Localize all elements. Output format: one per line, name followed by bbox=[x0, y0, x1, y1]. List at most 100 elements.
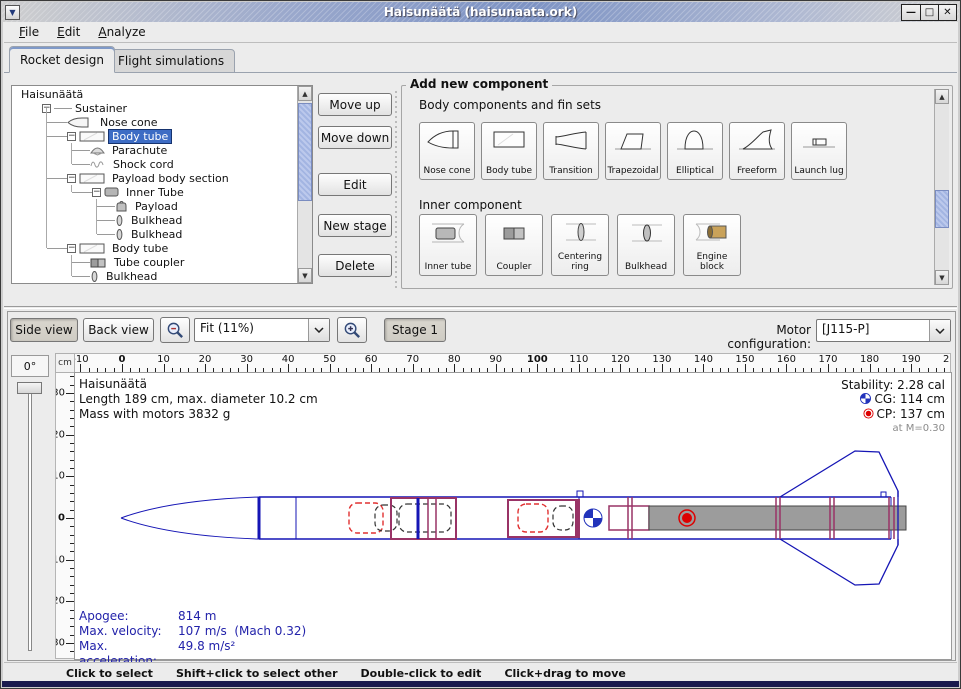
rocket-figure-canvas[interactable]: Haisunäätä Length 189 cm, max. diameter … bbox=[75, 373, 951, 659]
component-button-bulkhead[interactable]: Bulkhead bbox=[617, 214, 675, 276]
engine-block-icon bbox=[690, 219, 734, 245]
component-tree[interactable]: Haisunäätä − Sustainer Nose cone − Body … bbox=[11, 85, 313, 284]
component-button-centering-ring[interactable]: Centering ring bbox=[551, 214, 609, 276]
ruler-tick bbox=[454, 364, 455, 372]
split-divider[interactable] bbox=[395, 91, 397, 289]
ruler-tick bbox=[70, 618, 74, 619]
motor-configuration-select[interactable]: [J115-P] bbox=[816, 319, 951, 342]
ruler-tick bbox=[828, 364, 829, 372]
tree-item-body-tube[interactable]: − Body tube bbox=[12, 129, 297, 143]
ruler-tick bbox=[70, 651, 74, 652]
ruler-tick bbox=[870, 364, 871, 372]
tree-item-bulkhead[interactable]: Bulkhead bbox=[12, 213, 297, 227]
ruler-tick bbox=[429, 368, 430, 372]
zoom-in-button[interactable] bbox=[337, 317, 367, 343]
stability-info: Stability: 2.28 cal CG: 114 cm CP: 137 c… bbox=[841, 378, 945, 436]
statusbar: Click to select Shift+click to select ot… bbox=[4, 662, 957, 683]
tree-item-body-tube-2[interactable]: − Body tube bbox=[12, 241, 297, 255]
component-button-launch-lug[interactable]: Launch lug bbox=[791, 122, 847, 180]
tree-item-parachute[interactable]: Parachute bbox=[12, 143, 297, 157]
ruler-tick bbox=[305, 368, 306, 372]
scrollbar-thumb[interactable] bbox=[298, 103, 312, 201]
motor-configuration-label: Motor configuration: bbox=[691, 323, 811, 351]
ruler-tick bbox=[296, 368, 297, 372]
component-button-nose-cone[interactable]: Nose cone bbox=[419, 122, 475, 180]
collapse-toggle[interactable]: − bbox=[67, 244, 76, 253]
tab-rocket-design[interactable]: Rocket design bbox=[9, 46, 115, 73]
parachute-icon bbox=[90, 145, 105, 156]
window-menu-icon[interactable]: ▼ bbox=[5, 5, 20, 20]
ruler-tick bbox=[66, 560, 74, 561]
delete-button[interactable]: Delete bbox=[318, 254, 392, 277]
rotation-slider-handle[interactable] bbox=[17, 382, 42, 394]
component-button-elliptical[interactable]: Elliptical bbox=[667, 122, 723, 180]
tree-item-payload-body-section[interactable]: − Payload body section bbox=[12, 171, 297, 185]
tab-flight-simulations[interactable]: Flight simulations bbox=[107, 49, 235, 73]
stability-value: Stability: 2.28 cal bbox=[841, 378, 945, 392]
chevron-down-icon[interactable] bbox=[308, 319, 329, 341]
scroll-up-arrow-icon[interactable]: ▲ bbox=[298, 86, 312, 101]
ruler-tick bbox=[70, 501, 74, 502]
bulkhead-icon bbox=[90, 271, 99, 282]
horizontal-divider[interactable] bbox=[4, 306, 957, 309]
ruler-tick bbox=[695, 368, 696, 372]
tree-item-sustainer[interactable]: − Sustainer bbox=[12, 101, 297, 115]
scroll-up-arrow-icon[interactable]: ▲ bbox=[935, 89, 949, 104]
component-button-freeform[interactable]: Freeform bbox=[729, 122, 785, 180]
move-up-button[interactable]: Move up bbox=[318, 93, 392, 116]
tree-item-bulkhead[interactable]: Bulkhead bbox=[12, 227, 297, 241]
stage-1-toggle[interactable]: Stage 1 bbox=[384, 318, 446, 342]
tree-item-bulkhead[interactable]: Bulkhead bbox=[12, 269, 297, 283]
side-view-button[interactable]: Side view bbox=[10, 318, 78, 342]
tree-item-nose-cone[interactable]: Nose cone bbox=[12, 115, 297, 129]
ruler-tick bbox=[537, 364, 538, 372]
new-stage-button[interactable]: New stage bbox=[318, 214, 392, 237]
ruler-tick bbox=[512, 368, 513, 372]
ruler-tick bbox=[97, 368, 98, 372]
scrollbar-thumb[interactable] bbox=[935, 190, 949, 228]
chevron-down-icon[interactable] bbox=[929, 320, 950, 341]
tree-item-tube-coupler[interactable]: Tube coupler bbox=[12, 255, 297, 269]
tree-item-shock-cord[interactable]: Shock cord bbox=[12, 157, 297, 171]
move-down-button[interactable]: Move down bbox=[318, 126, 392, 149]
component-button-engine-block[interactable]: Engine block bbox=[683, 214, 741, 276]
menu-file[interactable]: File bbox=[10, 23, 48, 41]
edit-button[interactable]: Edit bbox=[318, 173, 392, 196]
scroll-down-arrow-icon[interactable]: ▼ bbox=[298, 268, 312, 283]
tree-item-payload[interactable]: Payload bbox=[12, 199, 297, 213]
component-scrollbar[interactable]: ▲ ▼ bbox=[934, 89, 949, 285]
rotation-value[interactable]: 0° bbox=[11, 355, 49, 377]
ruler-tick bbox=[70, 468, 74, 469]
component-button-trapezoidal[interactable]: Trapezoidal bbox=[605, 122, 661, 180]
menu-analyze[interactable]: Analyze bbox=[89, 23, 154, 41]
hint-double-click: Double-click to edit bbox=[361, 667, 482, 680]
menu-edit[interactable]: Edit bbox=[48, 23, 89, 41]
ruler-tick bbox=[745, 364, 746, 372]
component-button-inner-tube[interactable]: Inner tube bbox=[419, 214, 477, 276]
collapse-toggle[interactable]: − bbox=[67, 132, 76, 141]
component-button-body-tube[interactable]: Body tube bbox=[481, 122, 537, 180]
titlebar[interactable]: ▼ Haisunäätä (haisunaata.ork) — □ ✕ bbox=[2, 2, 959, 22]
ruler-label: 150 bbox=[735, 354, 754, 365]
component-button-transition[interactable]: Transition bbox=[543, 122, 599, 180]
maximize-button[interactable]: □ bbox=[920, 5, 938, 20]
collapse-toggle[interactable]: − bbox=[67, 174, 76, 183]
rotation-slider-track[interactable] bbox=[28, 385, 32, 651]
zoom-out-button[interactable] bbox=[160, 317, 190, 343]
collapse-toggle[interactable]: − bbox=[92, 188, 101, 197]
ruler-tick bbox=[363, 368, 364, 372]
ruler-tick bbox=[604, 368, 605, 372]
scroll-down-arrow-icon[interactable]: ▼ bbox=[935, 270, 949, 285]
ruler-tick bbox=[70, 593, 74, 594]
tree-item-rocket[interactable]: Haisunäätä bbox=[12, 87, 297, 101]
back-view-button[interactable]: Back view bbox=[83, 318, 154, 342]
ruler-tick bbox=[330, 364, 331, 372]
tree-item-inner-tube[interactable]: − Inner Tube bbox=[12, 185, 297, 199]
tree-scrollbar[interactable]: ▲ ▼ bbox=[297, 86, 312, 283]
close-button[interactable]: ✕ bbox=[938, 5, 956, 20]
minimize-button[interactable]: — bbox=[902, 5, 920, 20]
component-button-coupler[interactable]: Coupler bbox=[485, 214, 543, 276]
ruler-tick bbox=[687, 368, 688, 372]
ruler-label: 60 bbox=[365, 354, 378, 365]
zoom-select[interactable]: Fit (11%) bbox=[194, 318, 330, 342]
